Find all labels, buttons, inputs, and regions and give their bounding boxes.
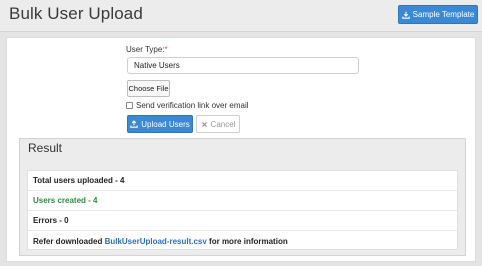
sample-template-button[interactable]: Sample Template: [398, 5, 478, 24]
verification-option[interactable]: Send verification link over email: [126, 101, 249, 110]
header-bar: Bulk User Upload Sample Template: [0, 0, 482, 32]
verification-checkbox[interactable]: [126, 102, 133, 109]
users-created-row: Users created - 4: [28, 191, 457, 211]
result-info-suffix: for more information: [206, 236, 288, 246]
user-type-value: Native Users: [134, 61, 180, 70]
sample-template-label: Sample Template: [412, 10, 475, 19]
result-file-link[interactable]: BulkUserUpload-result.csv: [105, 237, 207, 246]
upload-users-button[interactable]: Upload Users: [127, 115, 193, 133]
result-list: Total users uploaded - 4 Users created -…: [27, 170, 458, 250]
upload-icon: [130, 120, 139, 128]
user-type-label: User Type:*: [126, 45, 168, 54]
choose-file-button[interactable]: Choose File: [127, 80, 170, 97]
verification-label: Send verification link over email: [136, 101, 249, 110]
download-icon: [401, 11, 410, 19]
result-heading: Result: [28, 141, 63, 155]
cancel-button[interactable]: Cancel: [196, 115, 240, 133]
page-title: Bulk User Upload: [9, 4, 143, 23]
cancel-label: Cancel: [210, 119, 236, 129]
total-uploaded-row: Total users uploaded - 4: [28, 171, 457, 191]
close-icon: [201, 121, 208, 128]
result-info-row: Refer downloaded BulkUserUpload-result.c…: [28, 231, 457, 251]
required-mark: *: [164, 45, 168, 54]
user-type-label-text: User Type:: [126, 45, 165, 54]
result-info-prefix: Refer downloaded: [33, 236, 105, 246]
errors-row: Errors - 0: [28, 211, 457, 231]
upload-users-label: Upload Users: [141, 119, 190, 129]
user-type-select[interactable]: Native Users: [127, 57, 359, 74]
